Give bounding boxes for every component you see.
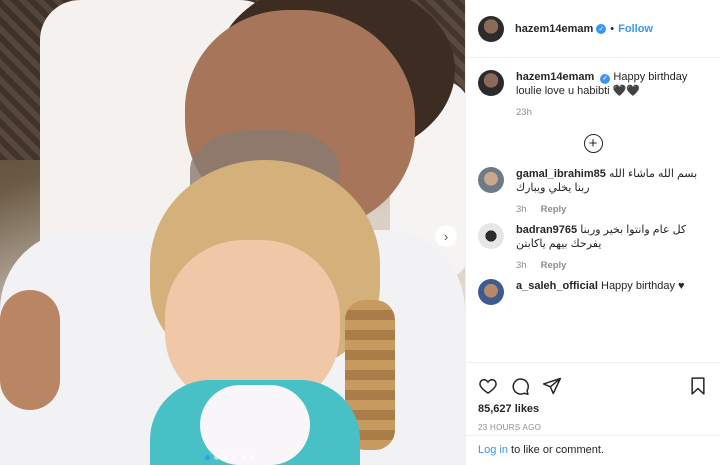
commenter-avatar[interactable] <box>478 167 504 193</box>
post-timestamp[interactable]: 23 HOURS AGO <box>466 423 720 432</box>
bookmark-icon[interactable] <box>688 376 708 396</box>
carousel-indicator <box>205 455 255 460</box>
post-photo: › <box>0 0 465 465</box>
login-link[interactable]: Log in <box>478 444 508 456</box>
comment-item: badran9765 كل عام وانتوا بخير وربنا يفرح… <box>478 223 708 273</box>
heart-icon[interactable] <box>478 376 498 396</box>
commenter-avatar[interactable] <box>478 223 504 249</box>
comment-item: a_saleh_official Happy birthday ♥ <box>478 279 708 305</box>
carousel-dot <box>241 455 246 460</box>
comment-username[interactable]: gamal_ibrahim85 <box>516 168 606 180</box>
instagram-post-view: › hazem14emam ✓ • Follow hazem14emam ✓ H… <box>0 0 720 465</box>
carousel-dot <box>232 455 237 460</box>
follow-button[interactable]: Follow <box>618 23 653 35</box>
comment-meta: 3h Reply <box>516 259 708 273</box>
verified-icon: ✓ <box>600 74 611 84</box>
caption-username[interactable]: hazem14emam <box>516 71 594 83</box>
header-separator: • <box>610 22 615 35</box>
comment-time: 3h <box>516 260 527 271</box>
comment-icon[interactable] <box>510 376 530 396</box>
next-arrow-icon: › <box>443 228 449 244</box>
comment-time: 3h <box>516 204 527 215</box>
carousel-dot <box>250 455 255 460</box>
load-more-comments: + <box>478 134 708 153</box>
author-avatar[interactable] <box>478 15 504 42</box>
comment-body: gamal_ibrahim85 بسم الله ماشاء الله ربنا… <box>516 167 708 217</box>
login-prompt-text: to like or comment. <box>507 444 604 456</box>
comment-text: Happy birthday ♥ <box>601 280 685 292</box>
caption: hazem14emam ✓ Happy birthday loulie love… <box>478 70 708 120</box>
carousel-dot <box>205 455 210 460</box>
comment-meta: 3h Reply <box>516 203 708 217</box>
author-username[interactable]: hazem14emam <box>515 23 593 35</box>
photo-child-dress-lace <box>200 385 310 465</box>
author-avatar[interactable] <box>478 70 504 96</box>
carousel-dot <box>223 455 228 460</box>
likes-count[interactable]: 85,627 likes <box>466 403 720 415</box>
reply-button[interactable]: Reply <box>541 203 567 217</box>
photo-man-arm <box>0 290 60 410</box>
comment-body: a_saleh_official Happy birthday ♥ <box>516 279 708 305</box>
action-bar <box>466 363 720 401</box>
comment-username[interactable]: a_saleh_official <box>516 280 598 292</box>
comment-body: badran9765 كل عام وانتوا بخير وربنا يفرح… <box>516 223 708 273</box>
reply-button[interactable]: Reply <box>541 259 567 273</box>
share-icon[interactable] <box>542 376 562 396</box>
next-slide-button[interactable]: › <box>435 225 457 247</box>
caption-time[interactable]: 23h <box>516 106 532 120</box>
carousel-dot <box>214 455 219 460</box>
add-comments-icon[interactable]: + <box>583 134 603 153</box>
caption-body: hazem14emam ✓ Happy birthday loulie love… <box>516 70 708 120</box>
comments-list[interactable]: hazem14emam ✓ Happy birthday loulie love… <box>466 58 720 363</box>
login-prompt: Log in to like or comment. <box>466 435 720 465</box>
post-header: hazem14emam ✓ • Follow <box>466 0 720 58</box>
commenter-avatar[interactable] <box>478 279 504 305</box>
comment-item: gamal_ibrahim85 بسم الله ماشاء الله ربنا… <box>478 167 708 217</box>
comment-username[interactable]: badran9765 <box>516 224 577 236</box>
verified-icon: ✓ <box>596 23 607 34</box>
caption-meta: 23h <box>516 106 708 120</box>
post-sidebar: hazem14emam ✓ • Follow hazem14emam ✓ Hap… <box>465 0 720 465</box>
